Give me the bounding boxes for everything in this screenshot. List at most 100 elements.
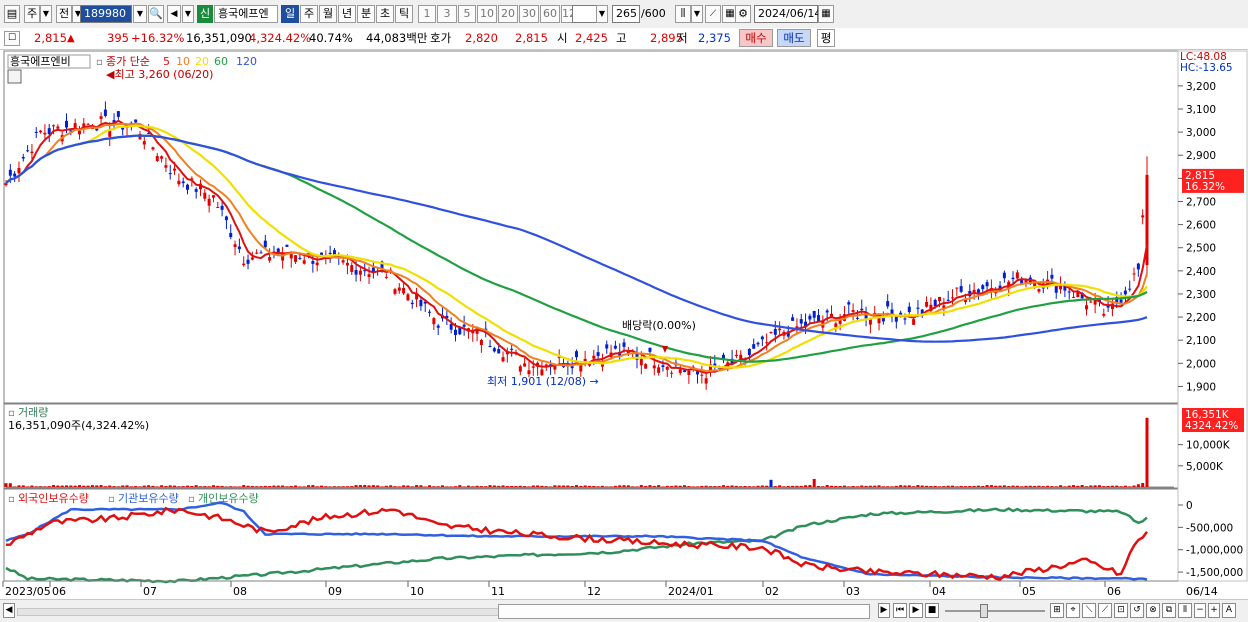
magnet-icon[interactable]: ⊗ [1146, 603, 1160, 618]
interval-tab-10[interactable]: 10 [477, 5, 497, 23]
volume-bar [203, 486, 207, 487]
volume-bar [1132, 485, 1136, 487]
interval-tab-20[interactable]: 20 [498, 5, 518, 23]
split-icon[interactable]: ⫴ [1178, 603, 1192, 618]
volume-bar [21, 485, 25, 487]
period-tab-3[interactable]: 년 [338, 5, 356, 23]
volume-bar [791, 485, 795, 487]
crosshair-icon[interactable]: ⌖ [1066, 603, 1080, 618]
window-menu-icon[interactable]: ▤ [4, 5, 20, 23]
scroll-track[interactable] [17, 608, 499, 616]
pin-icon[interactable]: ☐ [4, 31, 20, 46]
rewind-icon[interactable]: ⏮ [893, 603, 907, 618]
period-tab-0[interactable]: 일 [281, 5, 299, 23]
new-badge: 신 [197, 5, 213, 23]
indicator-icon[interactable]: ⟋ [705, 5, 721, 23]
candle-type-dropdown-icon[interactable]: ▼ [691, 5, 703, 23]
volume-bar [907, 485, 911, 487]
market-dropdown-icon[interactable]: ▼ [40, 5, 52, 23]
copy-icon[interactable]: ⧉ [1162, 603, 1176, 618]
x-axis-label: 2024/01 [668, 585, 714, 598]
volume-bar [328, 486, 332, 487]
period-tab-5[interactable]: 초 [376, 5, 394, 23]
play-icon[interactable]: ▶ [909, 603, 923, 618]
volume-bar [782, 486, 786, 487]
eval-button[interactable]: 평 [817, 29, 835, 47]
candle-body [670, 372, 674, 374]
zoom-fit-icon[interactable]: ⊡ [1114, 603, 1128, 618]
volume-bar [224, 486, 228, 487]
volume-bar [765, 485, 769, 487]
refresh-icon[interactable]: ↺ [1130, 603, 1144, 618]
volume-bar [579, 485, 583, 487]
interval-tab-60[interactable]: 60 [540, 5, 560, 23]
volume-bar [687, 486, 691, 487]
market-select[interactable]: 주 [24, 5, 40, 23]
volume-bar [1046, 485, 1050, 487]
drawing-tool-icon[interactable]: ⊞ [1050, 603, 1064, 618]
stock-code-input[interactable]: 189980 [80, 5, 132, 23]
period-tab-4[interactable]: 분 [357, 5, 375, 23]
font-size-icon[interactable]: A [1222, 603, 1236, 618]
calendar-icon[interactable]: ▦ [818, 5, 834, 23]
volume-bar [773, 486, 777, 487]
volume-bar [186, 485, 190, 487]
volume-bar [683, 485, 687, 487]
scroll-left-icon[interactable]: ◀ [3, 603, 15, 618]
volume-bar [730, 485, 734, 487]
volume-bar [1128, 486, 1132, 487]
volume-bar [43, 486, 47, 487]
period-tab-1[interactable]: 주 [300, 5, 318, 23]
volume-bar [445, 486, 449, 487]
scope-select[interactable]: 전 [56, 5, 72, 23]
date-input[interactable]: 2024/06/14 [754, 5, 821, 23]
volume-bar [311, 485, 315, 487]
speaker-icon[interactable]: ◀ [167, 5, 181, 23]
candle-body [289, 254, 293, 259]
candle-body [393, 289, 397, 294]
speaker-dropdown-icon[interactable]: ▼ [182, 5, 194, 23]
scroll-right-icon[interactable]: ▶ [878, 603, 890, 618]
candle-type-icon[interactable]: ⫼ [675, 5, 691, 23]
interval-tab-5[interactable]: 5 [458, 5, 476, 23]
speed-slider-handle[interactable] [980, 604, 988, 618]
code-dropdown-icon[interactable]: ▼ [133, 5, 147, 23]
period-tab-2[interactable]: 월 [319, 5, 337, 23]
settings-gear-icon[interactable]: ⚙ [735, 5, 751, 23]
period-tab-6[interactable]: 틱 [395, 5, 413, 23]
volume-bar [471, 486, 475, 487]
candle-body [328, 252, 332, 255]
candle-body [13, 173, 17, 177]
volume-bar [1028, 485, 1032, 487]
candle-body [436, 325, 440, 328]
volume-bar [518, 485, 522, 487]
stock-chart[interactable]: 3,2003,1003,0002,9002,8002,7002,6002,500… [0, 50, 1248, 599]
count-input[interactable]: 265 [612, 5, 640, 23]
volume-bar [462, 486, 466, 487]
candle-body [242, 263, 246, 266]
interval-dropdown-icon[interactable]: ▼ [596, 5, 608, 23]
volume-bar [544, 486, 548, 487]
interval-tab-3[interactable]: 3 [437, 5, 457, 23]
speed-slider[interactable] [945, 610, 1045, 612]
sell-button[interactable]: 매도 [777, 29, 811, 47]
candle-body [959, 286, 963, 292]
holdings-panel-frame [3, 488, 1179, 582]
zoom-in-icon[interactable]: + [1208, 603, 1220, 618]
x-axis-label: 03 [846, 585, 860, 598]
trend-tool-icon[interactable]: ⟋ [1098, 603, 1112, 618]
volume-bar [220, 485, 224, 487]
buy-button[interactable]: 매수 [739, 29, 773, 47]
interval-tab-1[interactable]: 1 [418, 5, 436, 23]
volume-bar [899, 485, 903, 487]
search-icon[interactable]: 🔍 [148, 5, 164, 23]
count-total: /600 [641, 7, 666, 20]
volume-bar [307, 485, 311, 487]
zoom-out-icon[interactable]: − [1194, 603, 1206, 618]
scroll-thumb[interactable] [498, 604, 870, 619]
volume-bar [354, 485, 358, 487]
interval-tab-30[interactable]: 30 [519, 5, 539, 23]
stop-icon[interactable]: ■ [925, 603, 939, 618]
volume-bar [30, 485, 34, 487]
line-tool-icon[interactable]: ⟍ [1082, 603, 1096, 618]
